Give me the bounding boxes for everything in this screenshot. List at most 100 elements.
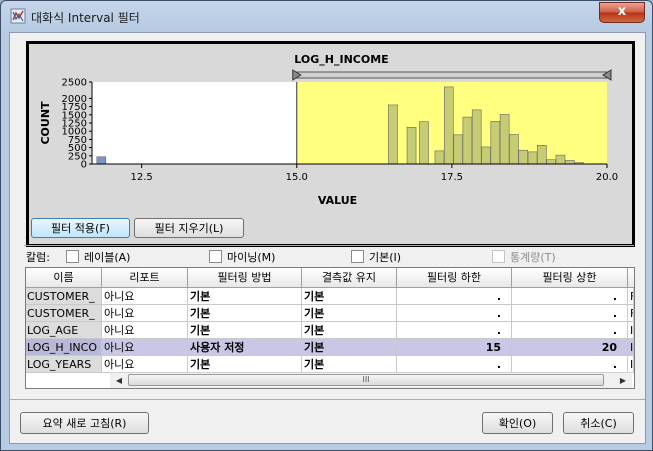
cell-name: LOG_AGE [26, 322, 102, 339]
x-tick-label: 20.0 [596, 172, 618, 183]
cell-upper[interactable]: . [512, 356, 628, 373]
window-title: 대화식 Interval 필터 [31, 11, 140, 25]
x-axis-label: VALUE [318, 194, 357, 207]
mining-checkbox[interactable]: 마이닝(M) [209, 249, 275, 265]
column-header-lower-bound[interactable]: 필터링 하한 [397, 268, 512, 288]
table-row[interactable]: CUSTOMER_아니요기본기본..F [26, 305, 634, 322]
cell-method[interactable]: 기본 [188, 288, 302, 305]
separator [24, 245, 634, 246]
histogram-bar [564, 160, 575, 165]
statistics-checkbox: 통계량(T) [492, 249, 556, 265]
table-row[interactable]: LOG_YEARS 아니요 기본 기본.. I [26, 356, 634, 373]
range-slider-track [296, 71, 608, 79]
checkbox-box[interactable] [209, 250, 222, 263]
cell-missing[interactable]: 기본 [302, 322, 397, 339]
close-button[interactable]: x [599, 2, 645, 23]
dialog-window: 대화식 Interval 필터 x 0 250 500 750 1000 1250 1500… [0, 0, 653, 451]
table-row[interactable]: CUSTOMER_아니요기본기본..F [26, 288, 634, 305]
checkbox-box [492, 250, 505, 263]
y-axis-label: COUNT [39, 101, 52, 145]
cell-report[interactable]: 아니요 [102, 288, 188, 305]
cell-method[interactable]: 기본 [188, 356, 302, 373]
basic-checkbox[interactable]: 기본(I) [351, 249, 401, 265]
column-header-name[interactable]: 이름 [26, 268, 102, 288]
column-header-report[interactable]: 리포트 [102, 268, 188, 288]
column-header-upper-bound[interactable]: 필터링 상한 [512, 268, 628, 288]
label-checkbox-text: 레이블(A) [84, 251, 131, 264]
cell-missing[interactable]: 기본 [302, 305, 397, 322]
label-checkbox[interactable]: 레이블(A) [66, 249, 130, 265]
histogram-panel[interactable]: 0 250 500 750 1000 1250 1500 1750 2000 2500 12.5 15… [26, 41, 635, 247]
histogram-bar [527, 151, 538, 165]
refresh-summary-button[interactable]: 요약 새로 고침(R) [20, 412, 149, 434]
columns-label: 칼럼: [26, 251, 50, 264]
cell-method[interactable]: 사용자 저정 [188, 339, 302, 356]
cell-upper[interactable]: . [512, 305, 628, 322]
histogram-bar [96, 156, 107, 165]
histogram-bar [434, 150, 445, 165]
histogram-bar [481, 146, 491, 165]
histogram-bar [509, 134, 519, 165]
cell-report[interactable]: 아니요 [102, 339, 188, 356]
cell-lower[interactable]: . [397, 288, 512, 305]
cell-missing[interactable]: 기본 [302, 356, 397, 373]
histogram-bar [443, 86, 454, 165]
column-header-filter-method[interactable]: 필터링 방법 [188, 268, 302, 288]
cell-report[interactable]: 아니요 [102, 356, 188, 373]
cell-name: CUSTOMER_ [26, 288, 102, 305]
cell-extra: I [628, 356, 634, 373]
cell-lower[interactable]: . [397, 322, 512, 339]
histogram-bar [453, 134, 463, 165]
basic-checkbox-text: 기본(I) [369, 251, 402, 264]
cell-extra: I [628, 322, 634, 339]
histogram-bar [462, 116, 473, 165]
cell-name: LOG_H_INCO [26, 339, 102, 356]
scroll-thumb[interactable]: III [128, 374, 604, 386]
title-bar[interactable]: 대화식 Interval 필터 x [1, 1, 652, 31]
histogram-bar [406, 126, 417, 165]
clear-filter-button[interactable]: 필터 지우기(L) [134, 218, 244, 238]
cell-missing[interactable]: 기본 [302, 339, 397, 356]
mining-checkbox-text: 마이닝(M) [227, 251, 276, 264]
cell-lower[interactable]: 15 [397, 339, 512, 356]
chart-title: LOG_H_INCOME [294, 53, 388, 66]
x-tick-label: 15.0 [286, 172, 308, 183]
histogram-bar [555, 154, 566, 165]
cell-method[interactable]: 기본 [188, 305, 302, 322]
cell-lower[interactable]: . [397, 305, 512, 322]
histogram-bar [499, 114, 510, 165]
cell-upper[interactable]: 20 [512, 339, 628, 356]
cell-method[interactable]: 기본 [188, 322, 302, 339]
cell-extra: F [628, 305, 634, 322]
cell-lower[interactable]: . [397, 356, 512, 373]
checkbox-box[interactable] [66, 250, 79, 263]
variables-table[interactable]: 이름 리포트 필터링 방법 결측값 유지 필터링 하한 필터링 상한 CUSTO… [25, 267, 635, 389]
scroll-right-icon[interactable]: ▶ [616, 374, 630, 387]
cell-report[interactable]: 아니요 [102, 322, 188, 339]
cell-upper[interactable]: . [512, 322, 628, 339]
x-tick-label: 12.5 [131, 172, 153, 183]
filter-app-icon [10, 8, 26, 24]
table-row[interactable]: LOG_H_INCO 아니요 사용자 저정 기본 15 20 I [26, 339, 634, 356]
checkbox-box[interactable] [351, 250, 364, 263]
histogram-bar [490, 121, 501, 165]
table-row[interactable]: LOG_AGE 아니요 기본 기본.. I [26, 322, 634, 339]
cell-extra: F [628, 288, 634, 305]
cell-missing[interactable]: 기본 [302, 288, 397, 305]
y-tick-label: 2500 [62, 78, 87, 89]
column-header-keep-missing[interactable]: 결측값 유지 [302, 268, 397, 288]
apply-filter-button[interactable]: 필터 적용(F) [31, 218, 130, 238]
cell-report[interactable]: 아니요 [102, 305, 188, 322]
histogram-chart[interactable]: 025050075010001250150017502000250012.5 15… [29, 44, 632, 244]
statistics-checkbox-text: 통계량(T) [510, 251, 556, 264]
cell-extra: I [628, 339, 634, 356]
column-header-more [628, 268, 634, 288]
cancel-button[interactable]: 취소(C) [563, 412, 634, 434]
scroll-left-icon[interactable]: ◀ [112, 374, 126, 387]
ok-button[interactable]: 확인(O) [482, 412, 553, 434]
horizontal-scrollbar[interactable]: ◀ III ▶ [110, 372, 632, 388]
x-tick-label: 17.5 [441, 172, 463, 183]
dialog-body: 0 250 500 750 1000 1250 1500 1750 2000 2500 12.5 15… [9, 32, 646, 444]
cell-name: CUSTOMER_ [26, 305, 102, 322]
cell-upper[interactable]: . [512, 288, 628, 305]
